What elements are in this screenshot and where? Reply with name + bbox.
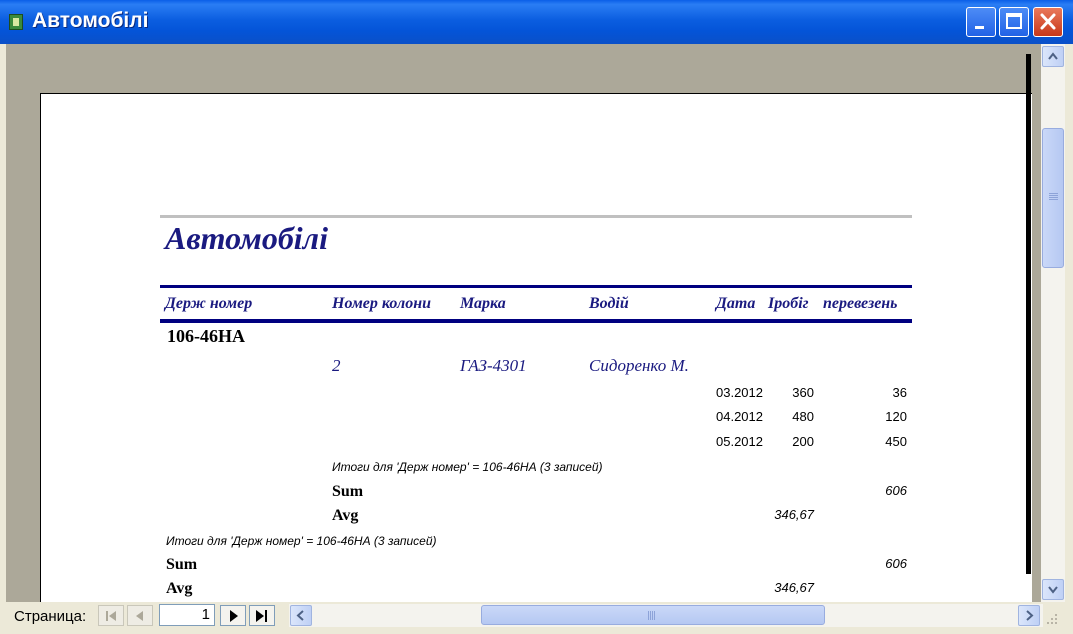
report-preview-area[interactable]: Автомобілі Держ номер Номер колони Марка… xyxy=(6,44,1041,602)
column-header-date: Дата xyxy=(716,295,756,312)
navigation-bar: Страница: 1 xyxy=(6,602,1065,629)
arrow-down-icon xyxy=(1048,586,1058,594)
horizontal-scrollbar[interactable] xyxy=(289,604,1043,627)
minimize-button[interactable] xyxy=(966,7,996,37)
previous-page-button[interactable] xyxy=(127,605,153,626)
resize-grip-icon[interactable] xyxy=(1045,612,1059,626)
outer-avg-value: 346,67 xyxy=(774,580,814,595)
row-date: 05.2012 xyxy=(716,434,763,449)
window-title: Автомобілі xyxy=(32,9,149,32)
vertical-scrollbar[interactable] xyxy=(1041,44,1065,602)
row-trips: 450 xyxy=(885,434,907,449)
page-shadow xyxy=(1026,54,1031,574)
close-icon xyxy=(1040,13,1056,30)
row-date: 04.2012 xyxy=(716,409,763,424)
inner-summary-text: Итоги для 'Держ номер' = 106-46НА (3 зап… xyxy=(332,460,603,474)
report-page: Автомобілі Держ номер Номер колони Марка… xyxy=(40,93,1032,602)
column-header-mileage: Іробіг xyxy=(768,295,809,312)
page-number-input[interactable]: 1 xyxy=(159,604,215,626)
outer-sum-label: Sum xyxy=(166,556,198,573)
column-header-driver: Водій xyxy=(589,295,629,312)
maximize-icon xyxy=(1006,13,1022,29)
first-page-button[interactable] xyxy=(98,605,124,626)
outer-sum-value: 606 xyxy=(885,556,907,571)
row-trips: 120 xyxy=(885,409,907,424)
header-top-rule xyxy=(160,285,912,288)
row-mileage: 480 xyxy=(792,409,814,424)
scroll-up-button[interactable] xyxy=(1042,46,1064,67)
horizontal-scroll-thumb[interactable] xyxy=(481,605,825,625)
scroll-right-button[interactable] xyxy=(1018,605,1040,626)
inner-sum-label: Sum xyxy=(332,483,364,500)
title-top-rule xyxy=(160,215,912,218)
maximize-button[interactable] xyxy=(999,7,1029,37)
group-value: 106-46НА xyxy=(167,326,245,346)
scroll-left-button[interactable] xyxy=(290,605,312,626)
column-header-plate: Держ номер xyxy=(165,295,253,312)
arrow-left-icon xyxy=(296,610,304,621)
row-mileage: 200 xyxy=(792,434,814,449)
detail-column-no: 2 xyxy=(332,356,341,375)
column-header-brand: Марка xyxy=(460,295,506,312)
vertical-scroll-thumb[interactable] xyxy=(1042,128,1064,268)
detail-driver: Сидоренко М. xyxy=(589,356,689,375)
last-page-button[interactable] xyxy=(249,605,275,626)
outer-avg-label: Avg xyxy=(166,580,193,597)
row-mileage: 360 xyxy=(792,385,814,400)
last-page-icon xyxy=(256,610,267,622)
app-icon[interactable] xyxy=(9,14,23,30)
report-window: Автомобілі Автомобілі Держ номер Номер к… xyxy=(0,0,1073,634)
scroll-down-button[interactable] xyxy=(1042,579,1064,600)
column-header-column-no: Номер колони xyxy=(332,295,431,312)
close-button[interactable] xyxy=(1033,7,1063,37)
inner-sum-value: 606 xyxy=(885,483,907,498)
inner-avg-label: Avg xyxy=(332,507,359,524)
column-header-trips: перевезень xyxy=(823,295,898,312)
detail-brand: ГАЗ-4301 xyxy=(460,356,527,375)
first-page-icon xyxy=(106,611,116,621)
inner-avg-value: 346,67 xyxy=(774,507,814,522)
arrow-right-icon xyxy=(1026,610,1034,621)
page-label: Страница: xyxy=(14,608,87,625)
header-bottom-rule xyxy=(160,319,912,323)
previous-page-icon xyxy=(136,611,143,621)
arrow-up-icon xyxy=(1048,52,1058,60)
title-bar[interactable]: Автомобілі xyxy=(0,0,1073,44)
next-page-button[interactable] xyxy=(220,605,246,626)
row-trips: 36 xyxy=(892,385,907,400)
report-title: Автомобілі xyxy=(165,220,328,256)
next-page-icon xyxy=(230,610,238,622)
outer-summary-text: Итоги для 'Держ номер' = 106-46НА (3 зап… xyxy=(166,534,437,548)
minimize-icon xyxy=(975,26,984,29)
row-date: 03.2012 xyxy=(716,385,763,400)
